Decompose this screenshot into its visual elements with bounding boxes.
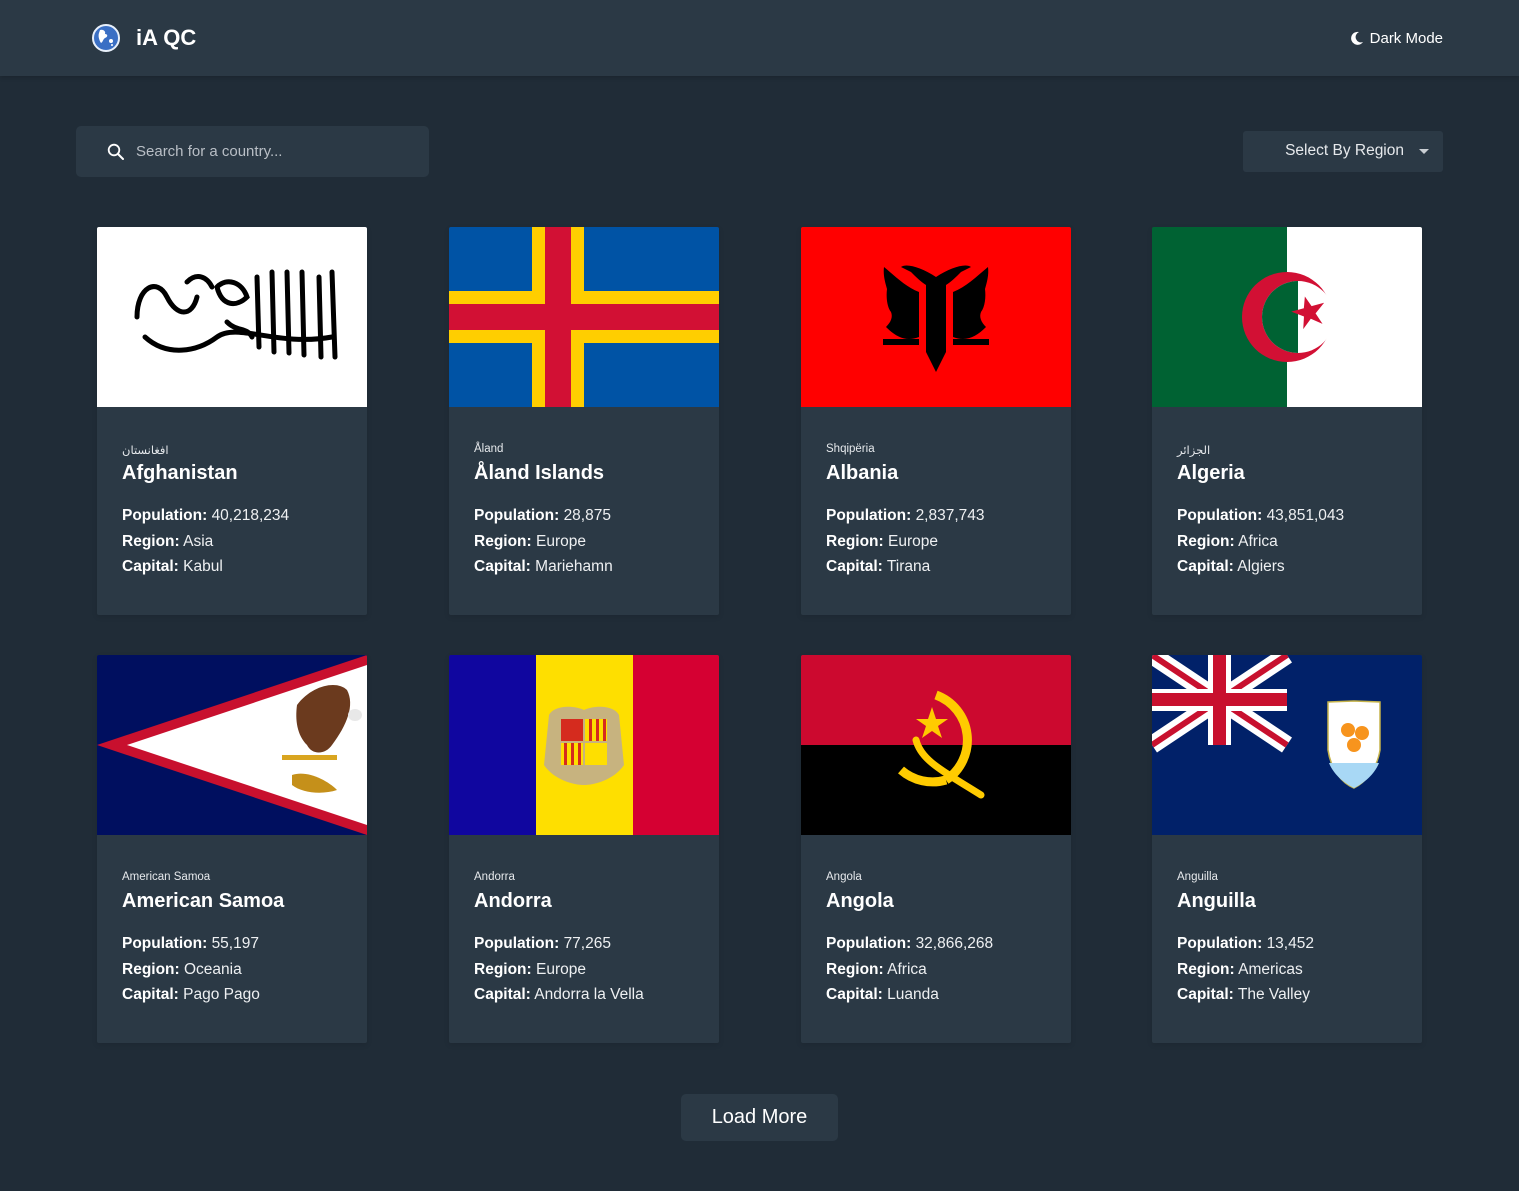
country-population: Population: 77,265 [474,935,611,952]
country-native-name: Andorra [474,871,515,883]
country-card[interactable]: Anguilla Anguilla Population: 13,452 Reg… [1152,655,1422,1043]
country-capital: Capital: Pago Pago [122,986,260,1003]
country-card[interactable]: Shqipëria Albania Population: 2,837,743 … [801,227,1071,615]
country-name[interactable]: Andorra [474,890,552,913]
country-population: Population: 55,197 [122,935,259,952]
flag-anguilla [1152,655,1422,835]
country-card[interactable]: افغانستان Afghanistan Population: 40,218… [97,227,367,615]
country-population: Population: 40,218,234 [122,507,290,524]
country-card[interactable]: Andorra Andorra Population: 77,265 Regio… [449,655,719,1043]
country-capital: Capital: Tirana [826,558,931,575]
country-capital: Capital: Luanda [826,986,939,1003]
dark-mode-label: Dark Mode [1369,29,1443,47]
country-native-name: Anguilla [1177,871,1218,883]
country-name[interactable]: Angola [826,890,894,913]
country-card[interactable]: Angola Angola Population: 32,866,268 Reg… [801,655,1071,1043]
country-native-name: Åland [474,443,504,455]
country-region: Region: Africa [826,961,927,978]
country-region: Region: Europe [474,961,586,978]
country-native-name: Angola [826,871,862,883]
country-name[interactable]: Algeria [1177,462,1245,485]
country-population: Population: 32,866,268 [826,935,994,952]
country-name[interactable]: American Samoa [122,890,284,913]
country-region: Region: Europe [474,533,586,550]
country-card[interactable]: American Samoa American Samoa Population… [97,655,367,1043]
country-region: Region: Europe [826,533,938,550]
country-capital: Capital: Kabul [122,558,223,575]
country-native-name: الجزائر [1177,445,1211,457]
flag-andorra [449,655,719,835]
country-native-name: Shqipëria [826,443,875,455]
flag-afghanistan [97,227,367,407]
app-header: iA QC Dark Mode [0,0,1519,76]
moon-icon [1350,31,1363,45]
country-region: Region: Oceania [122,961,242,978]
country-region: Region: Asia [122,533,214,550]
country-population: Population: 43,851,043 [1177,507,1345,524]
flag-albania [801,227,1071,407]
country-name[interactable]: Albania [826,462,898,485]
country-capital: Capital: Andorra la Vella [474,986,644,1003]
country-population: Population: 13,452 [1177,935,1314,952]
dark-mode-toggle[interactable]: Dark Mode [1350,26,1443,50]
country-native-name: American Samoa [122,871,211,883]
country-region: Region: Africa [1177,533,1278,550]
app-title[interactable]: iA QC [136,24,196,52]
country-population: Population: 2,837,743 [826,507,985,524]
country-name[interactable]: Åland Islands [474,462,604,485]
load-more-button[interactable]: Load More [681,1094,838,1141]
flag-algeria [1152,227,1422,407]
region-filter-label: Select By Region [1285,142,1404,159]
search-input[interactable] [136,126,416,177]
country-native-name: افغانستان [122,445,169,457]
country-card[interactable]: Åland Åland Islands Population: 28,875 R… [449,227,719,615]
country-capital: Capital: The Valley [1177,986,1310,1003]
search-box [76,126,429,177]
caret-down-icon [1419,149,1429,154]
country-population: Population: 28,875 [474,507,611,524]
flag-american-samoa [97,655,367,835]
search-icon [107,143,124,160]
country-capital: Capital: Mariehamn [474,558,613,575]
country-region: Region: Americas [1177,961,1303,978]
region-filter-select[interactable]: Select By Region [1243,131,1443,172]
flag-aland [449,227,719,407]
country-capital: Capital: Algiers [1177,558,1285,575]
country-name[interactable]: Anguilla [1177,890,1256,913]
globe-icon[interactable] [92,24,120,52]
flag-angola [801,655,1071,835]
country-card[interactable]: الجزائر Algeria Population: 43,851,043 R… [1152,227,1422,615]
country-name[interactable]: Afghanistan [122,462,238,485]
